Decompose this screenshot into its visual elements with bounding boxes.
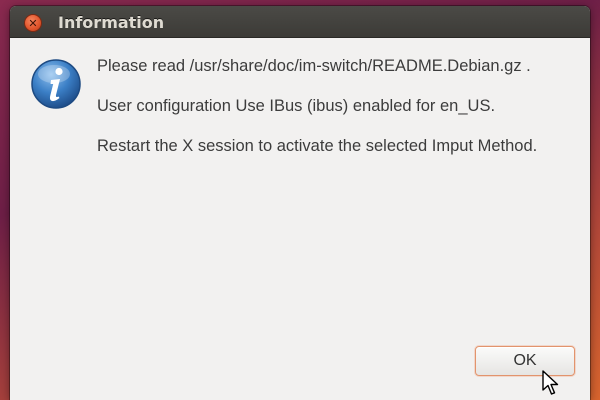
- window-titlebar[interactable]: ✕ Information: [10, 6, 590, 38]
- ok-button[interactable]: OK: [475, 346, 575, 376]
- message-line: Please read /usr/share/doc/im-switch/REA…: [97, 57, 531, 75]
- mouse-pointer-icon: [542, 370, 559, 395]
- message-line: User configuration Use IBus (ibus) enabl…: [97, 97, 496, 115]
- information-dialog: ✕ Information Please read /usr/share/doc…: [10, 6, 590, 400]
- info-icon: [31, 59, 81, 109]
- close-icon[interactable]: ✕: [24, 14, 42, 32]
- message-area: Please read /usr/share/doc/im-switch/REA…: [97, 56, 582, 176]
- window-title: Information: [58, 13, 165, 32]
- message-line: Restart the X session to activate the se…: [97, 137, 538, 155]
